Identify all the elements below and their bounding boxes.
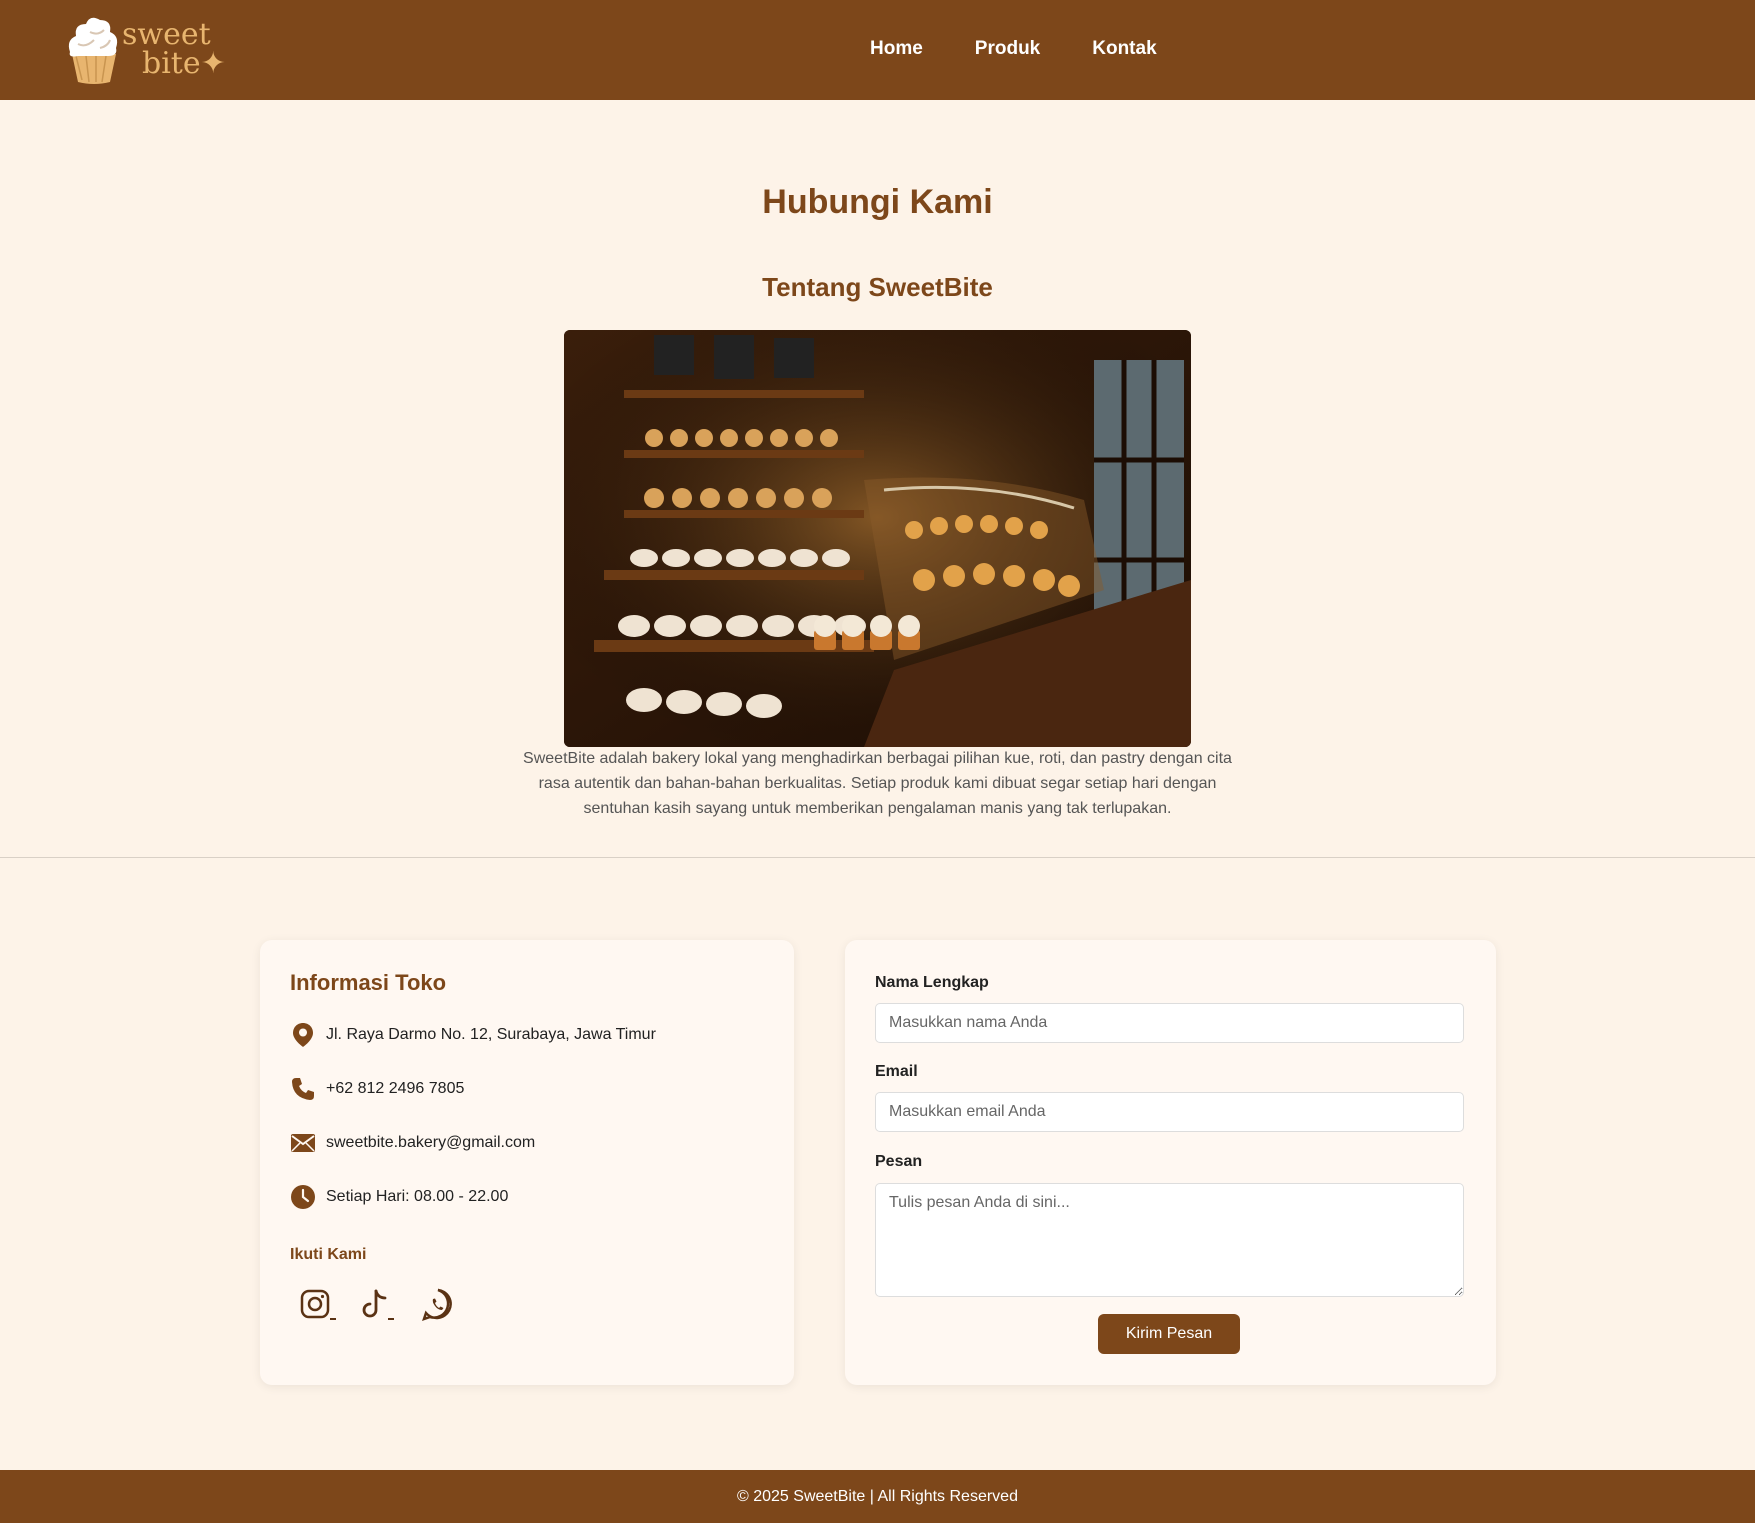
address-text: Jl. Raya Darmo No. 12, Surabaya, Jawa Ti… — [326, 1026, 656, 1043]
site-footer: © 2025 SweetBite | All Rights Reserved — [0, 1470, 1755, 1523]
section-divider — [0, 857, 1755, 858]
nav-home[interactable]: Home — [870, 38, 923, 60]
email-label: Email — [875, 1063, 918, 1080]
location-icon — [290, 1022, 316, 1048]
social-links — [298, 1285, 458, 1325]
nav-produk[interactable]: Produk — [975, 38, 1040, 60]
main-nav: Home Produk Kontak — [870, 38, 1157, 60]
store-info-title: Informasi Toko — [290, 970, 447, 995]
name-label: Nama Lengkap — [875, 974, 989, 991]
tiktok-icon[interactable] — [358, 1285, 398, 1325]
hours-row: Setiap Hari: 08.00 - 22.00 — [290, 1184, 508, 1210]
footer-text: © 2025 SweetBite | All Rights Reserved — [737, 1488, 1018, 1505]
phone-text[interactable]: +62 812 2496 7805 — [326, 1080, 464, 1098]
sparkle-icon: ✦ — [200, 46, 226, 81]
hours-text: Setiap Hari: 08.00 - 22.00 — [326, 1188, 509, 1205]
phone-row: +62 812 2496 7805 — [290, 1076, 464, 1102]
store-info-card: Informasi Toko Jl. Raya Darmo No. 12, Su… — [260, 940, 794, 1385]
email-text[interactable]: sweetbite.bakery@gmail.com — [326, 1134, 535, 1152]
email-input[interactable] — [875, 1092, 1464, 1132]
site-header: sweet bite✦ Home Produk Kontak — [0, 0, 1755, 100]
send-message-button[interactable]: Kirim Pesan — [1098, 1314, 1240, 1354]
logo-wordmark: sweet bite✦ — [122, 17, 226, 81]
name-input[interactable] — [875, 1003, 1464, 1043]
follow-title: Ikuti Kami — [290, 1246, 367, 1263]
cupcake-icon — [68, 17, 118, 84]
sweetbite-logo[interactable]: sweet bite✦ — [64, 12, 226, 86]
logo-line-1: sweet — [122, 17, 211, 52]
message-label: Pesan — [875, 1153, 923, 1170]
contact-form-card: Nama Lengkap Email Pesan Kirim Pesan — [845, 940, 1496, 1385]
clock-icon — [290, 1184, 316, 1210]
about-text: SweetBite adalah bakery lokal yang mengh… — [523, 750, 1232, 817]
nav-kontak[interactable]: Kontak — [1092, 38, 1156, 60]
instagram-icon[interactable] — [298, 1285, 338, 1325]
message-textarea[interactable] — [875, 1183, 1464, 1297]
email-row: sweetbite.bakery@gmail.com — [290, 1130, 535, 1156]
whatsapp-icon[interactable] — [418, 1285, 458, 1325]
about-title: Tentang SweetBite — [762, 272, 993, 302]
logo-line-2: bite✦ — [142, 46, 226, 81]
address-row: Jl. Raya Darmo No. 12, Surabaya, Jawa Ti… — [290, 1022, 656, 1048]
bakery-photo — [564, 330, 1191, 747]
page-title: Hubungi Kami — [762, 183, 993, 221]
mail-icon — [290, 1130, 316, 1156]
phone-icon — [290, 1076, 316, 1102]
